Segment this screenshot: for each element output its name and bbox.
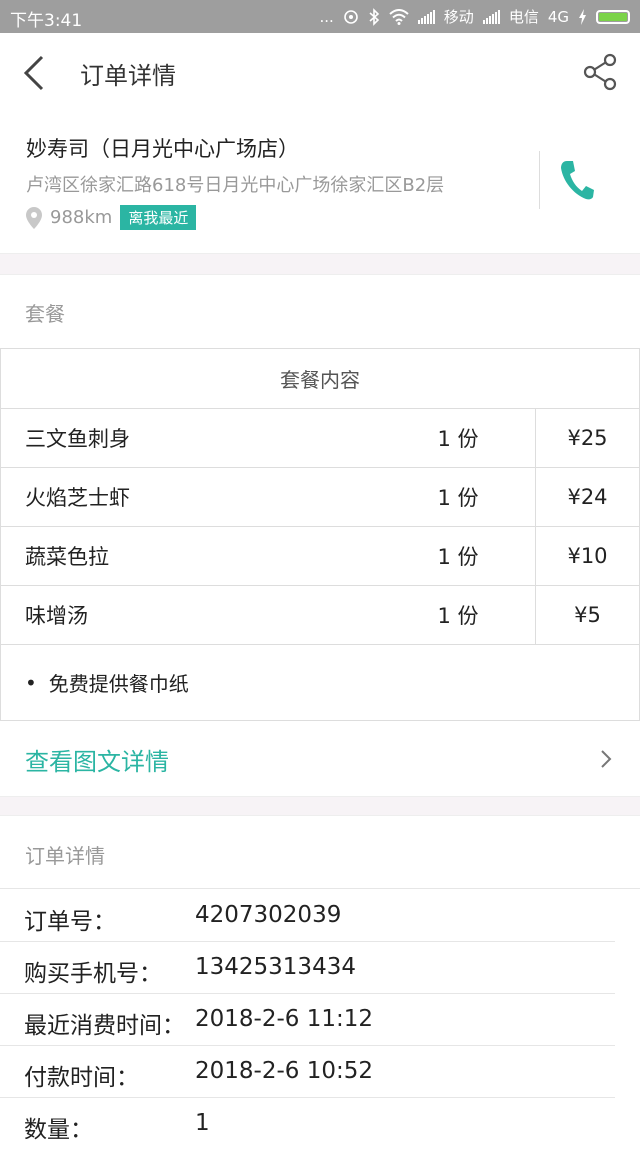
table-row: 蔬菜色拉 1 份 ¥10 [1, 527, 639, 586]
bluetooth-icon [369, 7, 379, 26]
store-distance-row: 988km 离我最近 [26, 205, 197, 230]
more-dots-icon: ... [319, 7, 334, 26]
quantity-row: 数量： 1 [0, 1098, 615, 1150]
charging-icon [579, 8, 586, 25]
hotspot-icon [343, 9, 358, 24]
app-header: 订单详情 [0, 33, 640, 113]
table-row: 火焰芝士虾 1 份 ¥24 [1, 468, 639, 527]
quantity-value: 1 [195, 1110, 210, 1136]
view-details-label: 查看图文详情 [25, 748, 169, 776]
store-address: 卢湾区徐家汇路618号日月光中心广场徐家汇区B2层 [26, 175, 445, 196]
table-row: 味增汤 1 份 ¥5 [1, 586, 639, 645]
divider [539, 151, 540, 209]
payment-time-label: 付款时间： [24, 1065, 139, 1091]
signal-bars-icon [482, 9, 500, 24]
location-pin-icon [26, 206, 42, 229]
order-section-title: 订单详情 [25, 844, 105, 868]
order-number-row: 订单号： 4207302039 [0, 890, 615, 942]
phone-icon[interactable] [559, 159, 595, 201]
item-name: 三文鱼刺身 [25, 427, 130, 451]
package-note-text: 免费提供餐巾纸 [48, 672, 189, 696]
quantity-label: 数量： [24, 1117, 93, 1143]
item-price: ¥24 [567, 485, 608, 509]
package-table: 套餐内容 三文鱼刺身 1 份 ¥25 火焰芝士虾 1 份 ¥24 蔬菜色拉 1 … [0, 348, 640, 721]
view-details-link[interactable]: 查看图文详情 [0, 722, 640, 796]
store-info: 妙寿司（日月光中心广场店） 卢湾区徐家汇路618号日月光中心广场徐家汇区B2层 … [0, 113, 640, 253]
carrier-2: 电信 [508, 8, 539, 26]
package-table-header: 套餐内容 [1, 349, 639, 409]
store-distance: 988km [50, 207, 113, 228]
item-qty: 1 份 [381, 586, 536, 644]
last-consume-time-label: 最近消费时间： [24, 1013, 185, 1039]
package-section-title: 套餐 [25, 302, 65, 326]
store-name: 妙寿司（日月光中心广场店） [26, 137, 299, 161]
chevron-left-icon[interactable] [20, 51, 52, 95]
item-qty: 1 份 [381, 468, 536, 526]
package-note: • 免费提供餐巾纸 [1, 645, 639, 720]
table-row: 三文鱼刺身 1 份 ¥25 [1, 409, 639, 468]
last-consume-time-row: 最近消费时间： 2018-2-6 11:12 [0, 994, 615, 1046]
wifi-icon [389, 8, 409, 25]
page-title: 订单详情 [80, 62, 176, 90]
carrier-1: 移动 [443, 8, 474, 26]
section-gap [0, 796, 640, 816]
bullet-icon: • [25, 670, 37, 695]
status-icons: ... 移动 电信 4G [319, 6, 630, 27]
section-gap [0, 253, 640, 275]
share-icon[interactable] [582, 53, 620, 91]
item-qty: 1 份 [381, 527, 536, 585]
signal-bars-icon [417, 9, 435, 24]
payment-time-row: 付款时间： 2018-2-6 10:52 [0, 1046, 615, 1098]
status-time: 下午3:41 [10, 11, 83, 31]
item-name: 味增汤 [25, 604, 88, 628]
nearest-badge: 离我最近 [120, 205, 197, 230]
item-name: 蔬菜色拉 [25, 545, 109, 569]
chevron-right-icon [601, 750, 612, 768]
item-price: ¥25 [567, 426, 608, 450]
order-number-label: 订单号： [24, 909, 116, 935]
network-type: 4G [547, 7, 569, 26]
item-qty: 1 份 [381, 409, 536, 467]
order-number-value: 4207302039 [195, 902, 342, 928]
item-price: ¥5 [574, 603, 601, 627]
item-name: 火焰芝士虾 [25, 486, 130, 510]
payment-time-value: 2018-2-6 10:52 [195, 1058, 373, 1084]
divider [0, 888, 640, 889]
buyer-phone-row: 购买手机号： 13425313434 [0, 942, 615, 994]
battery-icon [596, 9, 630, 24]
buyer-phone-label: 购买手机号： [24, 961, 162, 987]
last-consume-time-value: 2018-2-6 11:12 [195, 1006, 373, 1032]
buyer-phone-value: 13425313434 [195, 954, 356, 980]
status-bar: 下午3:41 ... 移动 电信 4G [0, 0, 640, 33]
item-price: ¥10 [567, 544, 608, 568]
